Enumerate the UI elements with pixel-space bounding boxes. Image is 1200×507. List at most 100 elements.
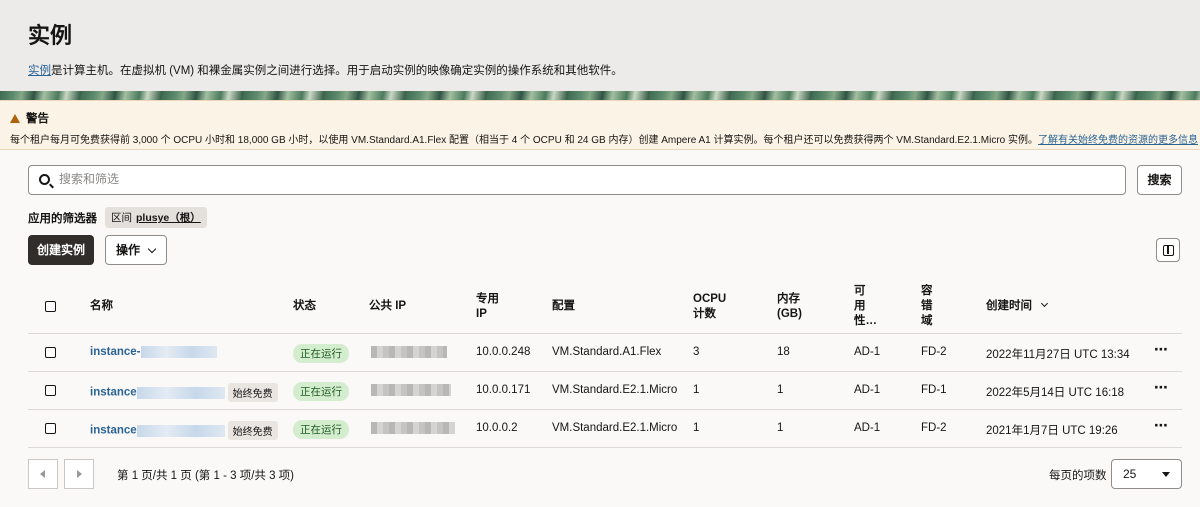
columns-icon <box>1163 245 1174 256</box>
col-ocpu[interactable]: OCPU 计数 <box>693 292 726 322</box>
always-free-link[interactable]: 了解有关始终免费的资源的更多信息 <box>1038 135 1198 146</box>
pagination: 第 1 页/共 1 页 (第 1 - 3 项/共 3 项) 每页的项数 25 <box>28 459 1182 489</box>
warning-text: 每个租户每月可免费获得前 3,000 个 OCPU 小时和 18,000 GB … <box>10 131 1198 146</box>
public-ip-cell <box>371 346 447 358</box>
table-row: instance- 正在运行 10.0.0.248 VM.Standard.A1… <box>28 334 1182 372</box>
ocpu-cell: 1 <box>693 384 700 396</box>
per-page-select[interactable]: 25 <box>1111 459 1182 489</box>
always-free-badge: 始终免费 <box>227 421 278 440</box>
warning-title: 警告 <box>10 110 49 126</box>
status-badge: 正在运行 <box>293 420 349 439</box>
next-page-button[interactable] <box>64 459 94 489</box>
instance-name-link[interactable]: instance <box>90 387 137 399</box>
per-page-label: 每页的项数 <box>1049 470 1107 482</box>
ocpu-cell: 1 <box>693 422 700 434</box>
row-actions-kebab-icon[interactable]: ⋯ <box>1154 379 1169 396</box>
col-fd-line2: 错 <box>921 300 933 312</box>
chevron-right-icon <box>77 470 82 478</box>
page-description: 实例是计算主机。在虚拟机 (VM) 和裸金属实例之间进行选择。用于启动实例的映像… <box>28 62 623 78</box>
created-cell: 2022年5月14日 UTC 16:18 <box>986 387 1125 399</box>
col-created[interactable]: 创建时间 <box>986 299 1049 314</box>
row-actions-kebab-icon[interactable]: ⋯ <box>1154 341 1169 358</box>
ad-cell: AD-1 <box>854 422 881 434</box>
col-memory-line2: (GB) <box>777 308 802 320</box>
created-cell: 2022年11月27日 UTC 13:34 <box>986 349 1130 361</box>
col-status[interactable]: 状态 <box>293 299 316 314</box>
decorative-banner <box>0 91 1200 100</box>
select-all-checkbox[interactable] <box>45 301 56 312</box>
warning-title-text: 警告 <box>26 113 49 125</box>
search-box <box>28 165 1126 195</box>
memory-cell: 1 <box>777 422 784 434</box>
public-ip-cell <box>371 384 451 396</box>
redacted-ip <box>371 384 451 396</box>
ad-cell: AD-1 <box>854 384 881 396</box>
col-name[interactable]: 名称 <box>90 299 113 314</box>
create-instance-button[interactable]: 创建实例 <box>28 235 94 265</box>
table-row: instance 始终免费 正在运行 10.0.0.171 VM.Standard… <box>28 372 1182 410</box>
memory-cell: 18 <box>777 346 790 358</box>
chevron-left-icon <box>40 470 45 478</box>
always-free-badge: 始终免费 <box>227 383 278 402</box>
redacted-ip <box>371 346 447 358</box>
page-info: 第 1 页/共 1 页 (第 1 - 3 项/共 3 项) <box>117 470 295 482</box>
page-title: 实例 <box>28 23 73 48</box>
actions-menu-button[interactable]: 操作 <box>105 235 167 265</box>
col-private-ip[interactable]: 专用 IP <box>476 292 499 322</box>
prev-page-button[interactable] <box>28 459 58 489</box>
instance-name-link[interactable]: instance <box>90 425 137 437</box>
col-ocpu-line2: 计数 <box>693 308 716 320</box>
shape-cell: VM.Standard.A1.Flex <box>552 346 662 358</box>
col-ad-line1: 可 <box>854 285 866 297</box>
chip-key: 区间 <box>111 212 132 224</box>
column-settings-button[interactable] <box>1156 238 1180 262</box>
created-cell: 2021年1月7日 UTC 19:26 <box>986 425 1118 437</box>
col-shape[interactable]: 配置 <box>552 299 575 314</box>
col-created-label: 创建时间 <box>986 300 1032 312</box>
description-text: 是计算主机。在虚拟机 (VM) 和裸金属实例之间进行选择。用于启动实例的映像确定… <box>51 65 623 77</box>
redacted-name <box>136 424 225 437</box>
redacted-name <box>140 346 217 358</box>
public-ip-cell <box>371 422 455 434</box>
col-private-ip-line1: 专用 <box>476 293 499 305</box>
search-input[interactable] <box>59 172 959 186</box>
chip-value[interactable]: plusye（根） <box>136 212 201 224</box>
row-actions-kebab-icon[interactable]: ⋯ <box>1154 417 1169 434</box>
chevron-down-icon <box>147 244 157 254</box>
row-checkbox[interactable] <box>45 385 56 396</box>
instances-table: 名称 状态 公共 IP 专用 IP 配置 OCPU 计数 内存 (GB) 可用性… 容… <box>28 280 1182 448</box>
applied-filters: 应用的筛选器 区间 plusye（根） <box>28 207 207 228</box>
row-checkbox[interactable] <box>45 347 56 358</box>
warning-icon <box>10 113 20 123</box>
warning-banner: 警告 每个租户每月可免费获得前 3,000 个 OCPU 小时和 18,000 … <box>0 100 1200 150</box>
col-availability-domain[interactable]: 可用性… <box>854 284 877 329</box>
instance-name-link[interactable]: instance- <box>90 346 141 358</box>
instance-name-cell: instance- <box>90 346 217 358</box>
filters-label: 应用的筛选器 <box>28 212 97 225</box>
col-memory-line1: 内存 <box>777 293 800 305</box>
search-button[interactable]: 搜索 <box>1137 165 1182 195</box>
private-ip-cell: 10.0.0.2 <box>476 422 518 434</box>
table-header: 名称 状态 公共 IP 专用 IP 配置 OCPU 计数 内存 (GB) 可用性… 容… <box>28 280 1182 334</box>
fd-cell: FD-1 <box>921 384 947 396</box>
search-icon <box>39 174 50 185</box>
status-badge: 正在运行 <box>293 344 349 363</box>
col-fd-line3: 域 <box>921 315 933 327</box>
page-header: 实例 实例是计算主机。在虚拟机 (VM) 和裸金属实例之间进行选择。用于启动实例… <box>0 0 1200 98</box>
col-public-ip[interactable]: 公共 IP <box>369 299 406 314</box>
shape-cell: VM.Standard.E2.1.Micro <box>552 384 678 396</box>
row-checkbox[interactable] <box>45 423 56 434</box>
per-page-value: 25 <box>1123 467 1137 481</box>
col-fd-line1: 容 <box>921 285 933 297</box>
fd-cell: FD-2 <box>921 346 947 358</box>
instances-doc-link[interactable]: 实例 <box>28 65 51 77</box>
instance-name-cell: instance 始终免费 <box>90 383 278 402</box>
col-memory[interactable]: 内存 (GB) <box>777 292 802 322</box>
fd-cell: FD-2 <box>921 422 947 434</box>
caret-down-icon <box>1162 472 1170 477</box>
compartment-filter-chip[interactable]: 区间 plusye（根） <box>105 207 207 228</box>
sort-chevron-icon[interactable] <box>1040 299 1049 308</box>
col-ad-line3: 性… <box>854 315 877 327</box>
actions-label: 操作 <box>116 243 141 257</box>
col-fault-domain[interactable]: 容错域 <box>921 284 933 329</box>
